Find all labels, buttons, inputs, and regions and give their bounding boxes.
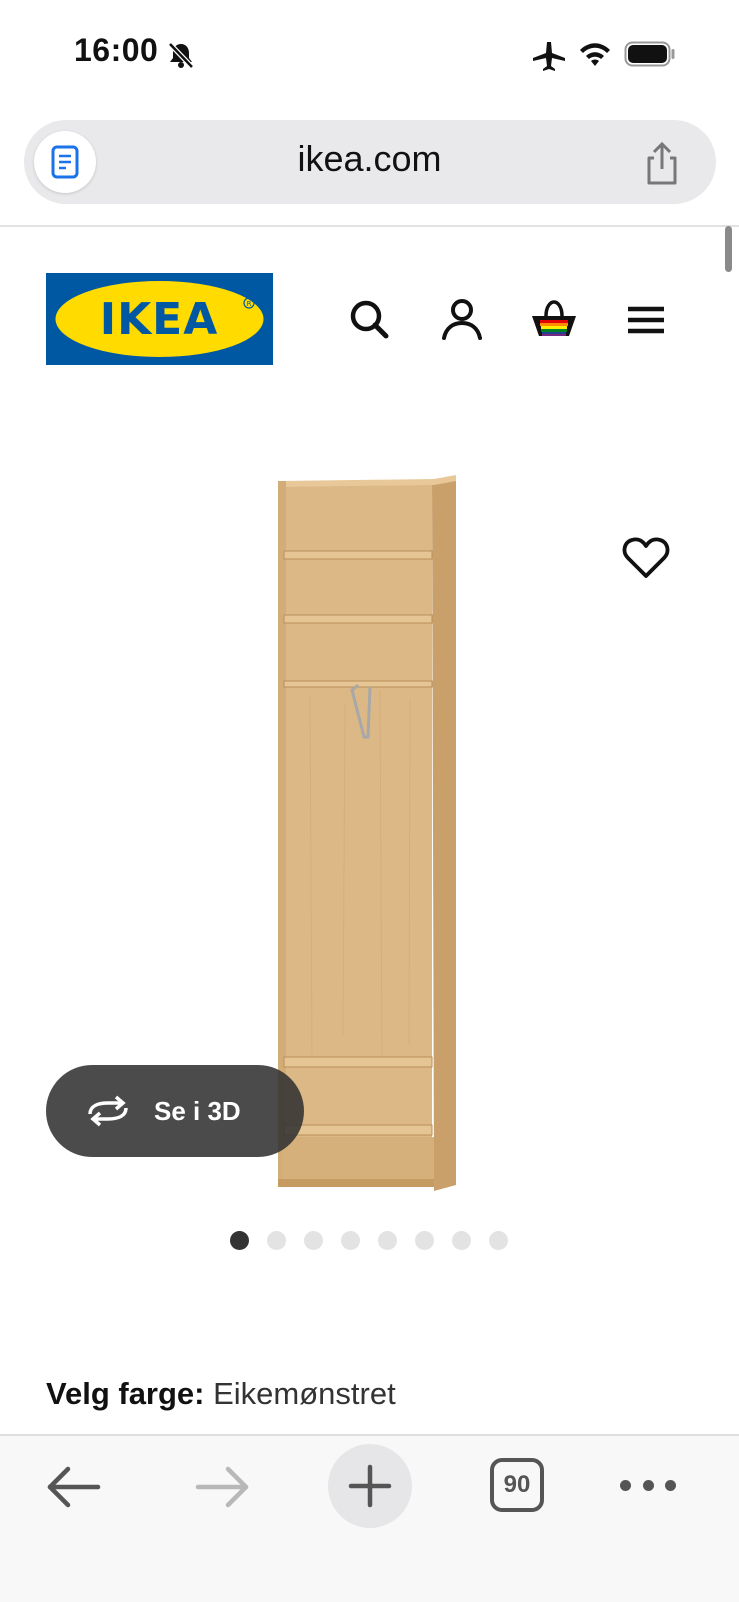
svg-text:R: R [247, 300, 252, 308]
wifi-icon [580, 43, 610, 66]
carousel-dot[interactable] [304, 1231, 323, 1250]
account-icon[interactable] [436, 294, 488, 346]
scrollbar[interactable] [725, 226, 732, 272]
colour-value: Eikemønstret [213, 1376, 396, 1411]
ikea-logo[interactable]: IKEA R [46, 273, 273, 365]
more-dot [642, 1479, 654, 1491]
more-icon[interactable] [620, 1470, 676, 1500]
airplane-icon [533, 42, 565, 71]
logo-text: IKEA [100, 294, 219, 345]
new-tab-button[interactable] [328, 1444, 412, 1528]
rotate-3d-icon [88, 1095, 128, 1127]
status-time: 16:00 [74, 32, 159, 68]
carousel-indicator [230, 1231, 508, 1250]
menu-icon[interactable] [620, 294, 672, 346]
plus-icon [348, 1464, 392, 1508]
tabs-button[interactable]: 90 [490, 1458, 544, 1512]
battery-icon [624, 41, 675, 67]
product-image[interactable] [270, 475, 470, 1195]
more-dot [665, 1479, 676, 1491]
carousel-dot[interactable] [267, 1231, 286, 1250]
share-icon [647, 142, 677, 185]
view-3d-button[interactable]: Se i 3D [46, 1065, 304, 1157]
view-3d-label: Se i 3D [154, 1095, 241, 1126]
share-button[interactable] [634, 136, 690, 192]
colour-selector[interactable]: Velg farge: Eikemønstret [46, 1376, 396, 1412]
carousel-dot[interactable] [415, 1231, 434, 1250]
bell-slash-icon [168, 42, 194, 69]
back-arrow-icon[interactable] [44, 1462, 104, 1512]
carousel-dot[interactable] [230, 1231, 249, 1250]
basket-icon[interactable] [528, 294, 580, 346]
heart-icon[interactable] [620, 532, 672, 584]
carousel-dot[interactable] [452, 1231, 471, 1250]
search-icon[interactable] [344, 294, 396, 346]
carousel-dot[interactable] [341, 1231, 360, 1250]
carousel-dot[interactable] [489, 1231, 508, 1250]
forward-arrow-icon[interactable] [192, 1462, 252, 1512]
colour-label: Velg farge: [46, 1376, 214, 1411]
url-text[interactable]: ikea.com [0, 138, 739, 180]
carousel-dot[interactable] [378, 1231, 397, 1250]
divider [0, 225, 739, 227]
more-dot [620, 1479, 631, 1491]
